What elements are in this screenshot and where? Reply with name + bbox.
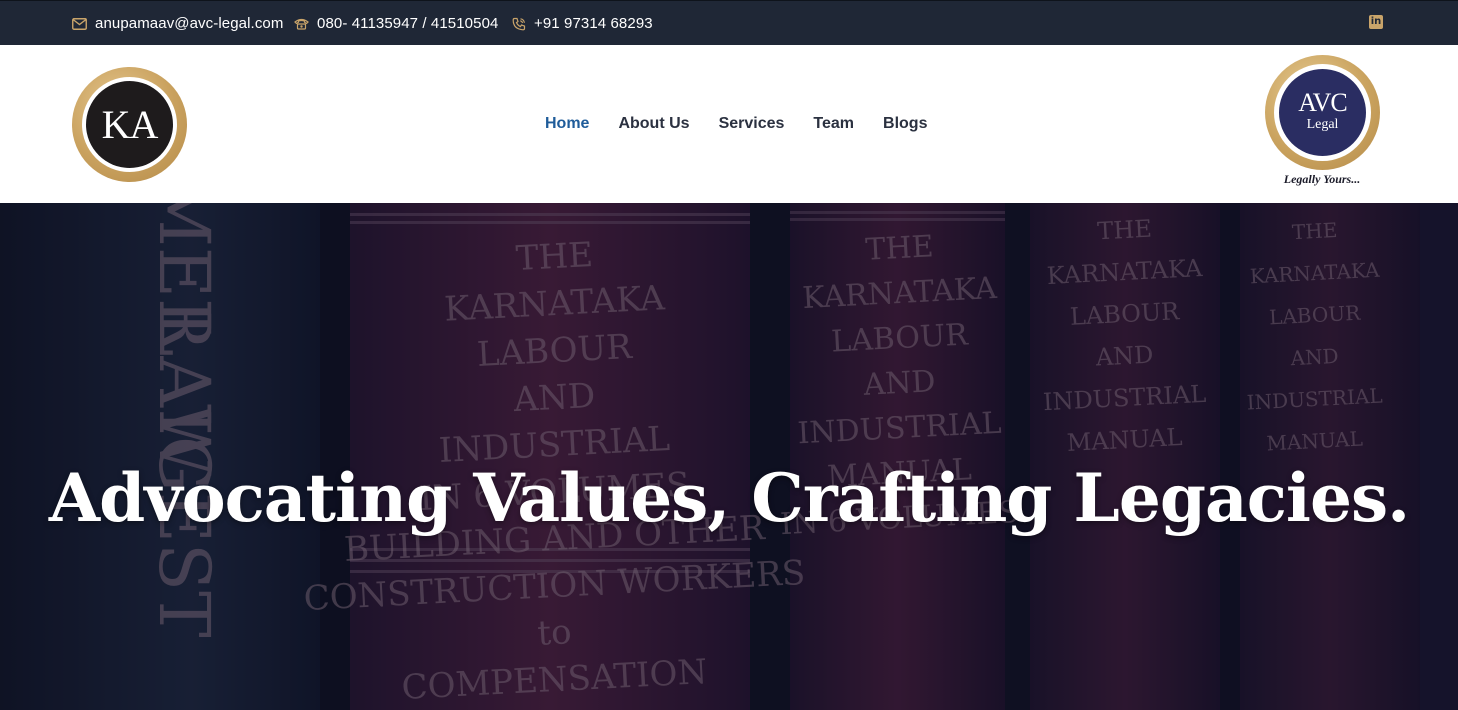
hero-overlay [0,203,1458,710]
nav-item-about-us[interactable]: About Us [618,115,689,133]
contact-email[interactable]: anupamaav@avc-legal.com [72,1,283,46]
site-header: KA Home About Us Services Team Blogs AVC… [0,45,1458,203]
email-text[interactable]: anupamaav@avc-legal.com [95,15,283,32]
nav-item-team[interactable]: Team [813,115,854,133]
top-contact-bar: anupamaav@avc-legal.com 080- 41135947 / … [0,0,1458,45]
hero-headline: Advocating Values, Crafting Legacies. [48,459,1410,537]
contact-mobile[interactable]: +91 97314 68293 [512,1,653,46]
avc-logo-subtext: Legal [1306,117,1339,132]
avc-logo-ring: AVC Legal [1274,64,1371,161]
ka-logo-ring: KA [82,77,177,172]
avc-legal-logo[interactable]: AVC Legal [1265,55,1380,170]
mobile-text[interactable]: +91 97314 68293 [534,15,653,32]
ka-logo[interactable]: KA [72,67,187,182]
phone-text[interactable]: 080- 41135947 / 41510504 [317,15,498,32]
linkedin-icon[interactable]: in [1369,15,1383,29]
contact-phone[interactable]: 080- 41135947 / 41510504 [294,1,498,46]
phone-call-icon [512,17,526,31]
telephone-icon [294,18,309,30]
main-nav: Home About Us Services Team Blogs [545,45,956,203]
nav-item-home[interactable]: Home [545,115,589,133]
avc-logo-text: AVC [1298,88,1348,117]
nav-item-blogs[interactable]: Blogs [883,115,927,133]
hero-banner: MER LAW IGEST THE KARNATAKA LABOUR AND INDUSTRI… [0,203,1458,710]
ka-logo-text: KA [86,81,173,168]
avc-logo-badge: AVC Legal [1279,69,1366,156]
logo-tagline: Legally Yours... [1283,172,1361,186]
envelope-icon [72,17,87,30]
nav-item-services[interactable]: Services [719,115,785,133]
